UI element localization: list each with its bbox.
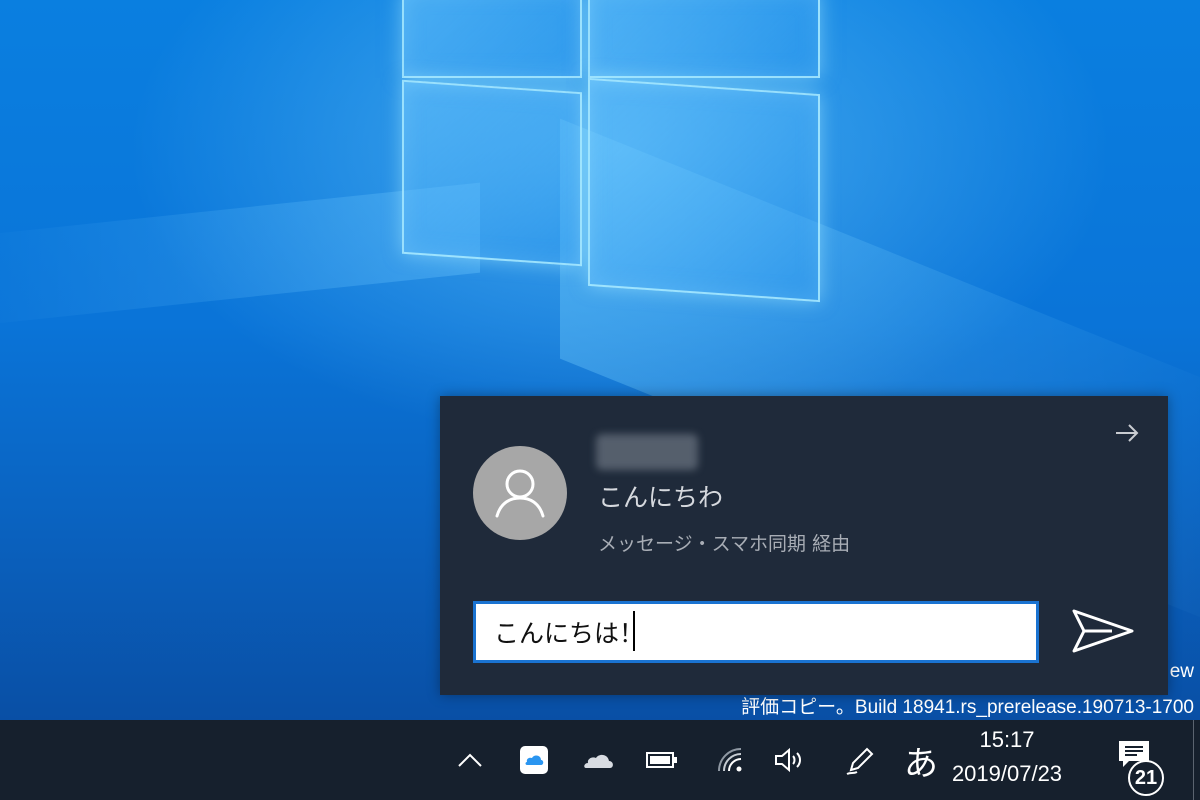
- reply-input[interactable]: [473, 601, 1039, 663]
- person-icon: [495, 469, 545, 518]
- arrow-right-icon: [1116, 424, 1139, 442]
- clock-time: 15:17: [979, 727, 1035, 752]
- windows-logo-pane-bottom-left: [402, 79, 582, 267]
- pen-workspace-button[interactable]: [842, 744, 878, 776]
- ime-mode-indicator[interactable]: あ: [904, 736, 938, 785]
- windows-logo-pane-top-right: [588, 0, 820, 78]
- onedrive-tray-button[interactable]: [580, 744, 616, 776]
- message-source: メッセージ・スマホ同期 経由: [598, 533, 851, 555]
- icloud-tray-button[interactable]: [516, 744, 552, 776]
- sender-name-blurred: [596, 434, 698, 470]
- battery-tray-button[interactable]: [644, 744, 680, 776]
- battery-icon: [646, 752, 677, 768]
- taskbar: あ 15:17 2019/07/23 21: [0, 720, 1200, 800]
- show-hidden-icons-button[interactable]: [452, 744, 488, 776]
- volume-icon: [775, 747, 801, 773]
- volume-tray-button[interactable]: [772, 744, 808, 776]
- message-text: こんにちわ: [598, 483, 724, 512]
- text-caret: [633, 611, 635, 651]
- network-tray-button[interactable]: [712, 744, 748, 776]
- expand-notification-button[interactable]: [1112, 418, 1142, 448]
- send-button[interactable]: [1068, 603, 1138, 659]
- wifi-icon: [718, 748, 742, 772]
- clock[interactable]: 15:17 2019/07/23: [948, 724, 1066, 792]
- send-icon: [1072, 609, 1134, 653]
- build-watermark-line1: ew: [1169, 661, 1194, 682]
- chevron-up-icon: [458, 753, 482, 767]
- contact-avatar: [473, 446, 567, 540]
- windows-logo-pane-top-left: [402, 0, 582, 78]
- message-notification-toast[interactable]: こんにちわ メッセージ・スマホ同期 経由: [440, 396, 1168, 695]
- pen-icon: [846, 747, 874, 775]
- onedrive-icon: [584, 754, 613, 768]
- notification-count-badge: 21: [1128, 760, 1164, 796]
- windows-logo-pane-bottom-right: [588, 77, 820, 303]
- build-watermark-line2: 評価コピー。Build 18941.rs_prerelease.190713-1…: [741, 697, 1194, 718]
- show-desktop-button[interactable]: [1193, 720, 1200, 800]
- clock-date: 2019/07/23: [951, 761, 1063, 786]
- icloud-icon: [520, 746, 548, 774]
